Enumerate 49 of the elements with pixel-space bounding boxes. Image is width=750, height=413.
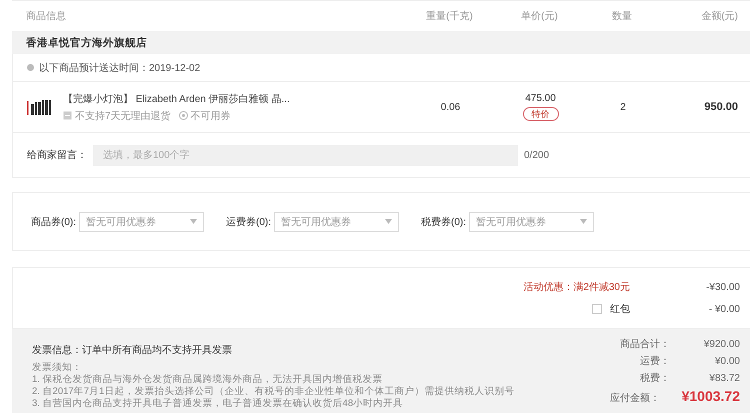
promotion-label: 活动优惠：满2件减30元 <box>523 280 630 294</box>
total-label: 运费： <box>640 354 670 368</box>
invoice-note: 1. 保税仓发货商品与海外仓发货商品属跨境海外商品，无法开具国内增值税发票 <box>32 374 384 386</box>
product-tag: 不可用券 <box>190 108 231 122</box>
invoice-note: 2. 自2017年7月1日起，发票抬头选择公司（企业、有税号的非企业性单位和个体工商户）需提供纳税人识别号 <box>32 386 514 398</box>
total-value: ¥83.72 <box>708 373 740 384</box>
square-icon <box>63 111 72 120</box>
coupon-label: 运费券(0): <box>226 216 271 228</box>
delivery-time: 以下商品预计送达时间：2019-12-02 <box>39 62 200 74</box>
invoice-note: 3. 自营国内仓商品支持开具电子普通发票，电子普通发票在确认收货后48小时内开具 <box>32 398 404 410</box>
total-label: 应付金额： <box>610 392 660 405</box>
payable-amount: ¥1003.72 <box>680 388 740 404</box>
total-value: ¥0.00 <box>714 356 740 367</box>
coupon-label: 税费券(0): <box>421 216 466 228</box>
amount-cell-text: 950.00 <box>703 101 739 113</box>
checkbox[interactable] <box>592 304 602 314</box>
discount-amount: - ¥0.00 <box>708 304 741 314</box>
quantity-cell-text: 2 <box>619 102 627 112</box>
store-name: 香港卓悦官方海外旗舰店 <box>12 31 750 54</box>
message-input[interactable]: 选填，最多100个字 <box>93 144 518 166</box>
column-header: 商品信息 <box>25 10 67 23</box>
weight-cell-text: 0.06 <box>440 102 462 112</box>
coupon-dropdown[interactable]: 暂无可用优惠券 <box>469 212 594 232</box>
column-header: 重量(千克) <box>425 10 474 23</box>
dropdown-caret-icon <box>385 219 392 224</box>
coupon-label: 商品券(0): <box>31 216 76 228</box>
message-label: 给商家留言： <box>27 148 88 162</box>
bonus-option-label: 红包 <box>610 303 630 316</box>
product-title[interactable]: 【完爆小灯泡】 Elizabeth Arden 伊丽莎白雅顿 晶... <box>63 92 290 106</box>
coupon-dropdown[interactable]: 暂无可用优惠券 <box>274 212 399 232</box>
circle-icon <box>178 111 188 120</box>
total-label: 商品合计： <box>620 338 670 351</box>
discount-amount: -¥30.00 <box>705 282 741 292</box>
column-header: 单价(元) <box>520 10 559 23</box>
unit-price: 475.00 <box>525 93 556 104</box>
product-photo-placeholder <box>27 97 53 117</box>
dropdown-caret-icon <box>580 219 587 224</box>
total-label: 税费： <box>640 372 670 385</box>
column-header: 数量 <box>611 10 633 23</box>
invoice-info: 发票信息：订单中所有商品均不支持开具发票 <box>32 344 233 357</box>
special-price-badge: 特价 <box>522 107 558 121</box>
coupon-dropdown[interactable]: 暂无可用优惠券 <box>79 212 204 232</box>
total-value: ¥920.00 <box>702 339 740 350</box>
dropdown-caret-icon <box>190 219 197 224</box>
invoice-notes-title: 发票须知： <box>32 362 83 374</box>
dot-icon <box>27 64 34 71</box>
column-header: 金额(元) <box>700 10 739 23</box>
product-tag: 不支持7天无理由退货 <box>75 108 171 122</box>
character-counter: 0/200 <box>524 150 550 160</box>
